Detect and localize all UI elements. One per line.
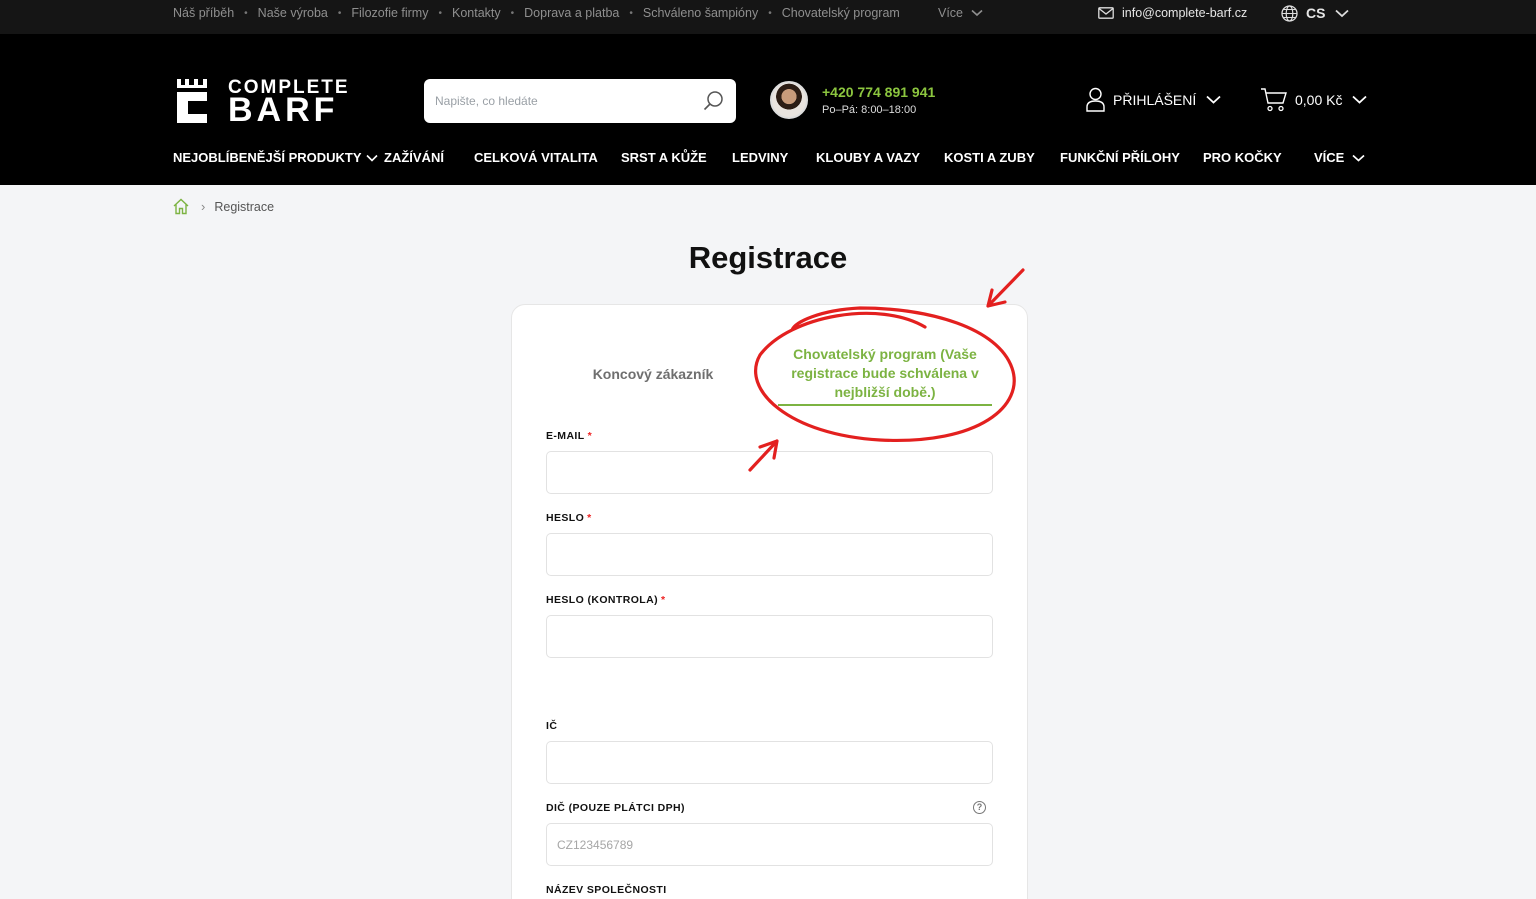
search-input[interactable] xyxy=(435,94,695,108)
nav-item-pro-kocky[interactable]: PRO KOČKY xyxy=(1203,150,1282,165)
main-navigation: NEJOBLÍBENĚJŠÍ PRODUKTY ZAŽÍVÁNÍ CELKOVÁ… xyxy=(173,150,1373,172)
required-mark: * xyxy=(660,594,666,606)
cart-icon xyxy=(1261,88,1287,112)
nav-item-kosti-a-zuby[interactable]: KOSTI A ZUBY xyxy=(944,150,1035,165)
login-dropdown[interactable]: PŘIHLÁŠENÍ xyxy=(1086,87,1221,112)
nav-item-srst-a-kuze[interactable]: SRST A KŮŽE xyxy=(621,150,707,165)
top-link-nas-pribeh[interactable]: Náš příběh xyxy=(173,6,234,20)
tab-chovatelsky-program[interactable]: Chovatelský program (Vaše registrace bud… xyxy=(778,344,992,406)
required-mark: * xyxy=(587,430,593,442)
page-title: Registrace xyxy=(688,240,848,275)
chevron-down-icon xyxy=(365,154,378,162)
separator-dot: • xyxy=(510,7,515,19)
globe-icon xyxy=(1281,4,1298,22)
top-more-label: Více xyxy=(938,6,964,20)
nav-item-label: SRST A KŮŽE xyxy=(621,150,707,165)
email-label: E-MAIL * xyxy=(546,430,592,442)
email-label-text: E-MAIL xyxy=(546,430,585,442)
password-check-label: HESLO (KONTROLA) * xyxy=(546,594,665,606)
breadcrumb-separator: › xyxy=(201,199,206,214)
required-mark: * xyxy=(587,512,592,524)
nav-item-label: ZAŽÍVÁNÍ xyxy=(384,150,444,165)
top-links: Náš příběh • Naše výroba • Filozofie firmy… xyxy=(173,0,900,26)
mail-icon xyxy=(1098,7,1114,19)
chevron-down-icon xyxy=(1352,154,1365,162)
top-link-schvaleno[interactable]: Schváleno šampióny xyxy=(643,6,758,20)
breadcrumb: › Registrace xyxy=(172,198,274,215)
top-link-kontakty[interactable]: Kontakty xyxy=(452,6,501,20)
separator-dot: • xyxy=(244,7,248,19)
crown-c-logo-icon xyxy=(177,79,207,123)
chevron-down-icon xyxy=(1335,9,1350,17)
home-icon[interactable] xyxy=(172,198,190,215)
email-text: info@complete-barf.cz xyxy=(1122,6,1248,20)
login-label: PŘIHLÁŠENÍ xyxy=(1113,91,1197,108)
email-link[interactable]: info@complete-barf.cz xyxy=(1098,0,1247,26)
top-utility-bar: Náš příběh • Naše výroba • Filozofie firmy… xyxy=(0,0,1536,34)
breadcrumb-current: Registrace xyxy=(214,199,275,214)
email-field[interactable] xyxy=(546,451,993,494)
password-check-field[interactable] xyxy=(546,615,993,658)
nav-item-vice[interactable]: VÍCE xyxy=(1314,150,1365,165)
top-more-dropdown[interactable]: Více xyxy=(938,0,983,26)
separator-dot: • xyxy=(438,7,442,19)
chevron-down-icon xyxy=(1206,95,1221,104)
password-label-text: HESLO xyxy=(546,512,585,524)
ic-field[interactable] xyxy=(546,741,993,784)
nav-item-label: LEDVINY xyxy=(732,150,789,165)
language-label: CS xyxy=(1306,5,1326,21)
top-link-chovatelsky[interactable]: Chovatelský program xyxy=(782,6,900,20)
password-label: HESLO * xyxy=(546,512,592,524)
nav-item-zazivani[interactable]: ZAŽÍVÁNÍ xyxy=(384,150,444,165)
support-avatar xyxy=(770,81,808,119)
help-icon[interactable]: ? xyxy=(973,801,986,814)
password-field[interactable] xyxy=(546,533,993,576)
nav-item-nejoblibenejsi[interactable]: NEJOBLÍBENĚJŠÍ PRODUKTY xyxy=(173,150,378,165)
nav-item-funkcni-prilohy[interactable]: FUNKČNÍ PŘÍLOHY xyxy=(1060,150,1180,165)
dic-label: DIČ (POUZE PLÁTCI DPH) xyxy=(546,802,685,814)
tab-koncovy-zakaznik[interactable]: Koncový zákazník xyxy=(553,348,753,400)
logo-text-barf: BARF xyxy=(228,91,339,129)
nav-item-label: VÍCE xyxy=(1314,150,1345,165)
separator-dot: • xyxy=(629,7,633,19)
opening-hours: Po–Pá: 8:00–18:00 xyxy=(822,104,917,116)
nav-item-label: KLOUBY A VAZY xyxy=(816,150,921,165)
chevron-down-icon xyxy=(1352,95,1368,104)
user-icon xyxy=(1086,87,1105,112)
language-selector[interactable]: CS xyxy=(1281,0,1350,26)
top-link-doprava[interactable]: Doprava a platba xyxy=(524,6,619,20)
nav-item-label: KOSTI A ZUBY xyxy=(944,150,1035,165)
dic-field[interactable] xyxy=(546,823,993,866)
nav-item-label: FUNKČNÍ PŘÍLOHY xyxy=(1060,150,1180,165)
cart-total: 0,00 Kč xyxy=(1295,91,1343,108)
separator-dot: • xyxy=(337,7,342,19)
search-icon[interactable] xyxy=(703,90,724,111)
nav-item-celkova-vitalita[interactable]: CELKOVÁ VITALITA xyxy=(474,150,598,165)
nav-item-klouby-a-vazy[interactable]: KLOUBY A VAZY xyxy=(816,150,920,165)
search-box xyxy=(424,79,736,123)
nav-item-label: CELKOVÁ VITALITA xyxy=(474,150,598,165)
contact-block: +420 774 891 941 Po–Pá: 8:00–18:00 xyxy=(770,81,935,119)
nav-item-label: NEJOBLÍBENĚJŠÍ PRODUKTY xyxy=(173,150,362,165)
chevron-down-icon xyxy=(971,9,983,17)
separator-dot: • xyxy=(768,7,772,19)
company-name-label: NÁZEV SPOLEČNOSTI xyxy=(546,884,667,896)
nav-item-label: PRO KOČKY xyxy=(1203,150,1282,165)
top-link-filozofie[interactable]: Filozofie firmy xyxy=(351,6,428,20)
complete-barf-logo[interactable]: COMPLETE BARF xyxy=(176,77,356,129)
password-check-label-text: HESLO (KONTROLA) xyxy=(546,594,658,606)
cart-dropdown[interactable]: 0,00 Kč xyxy=(1260,87,1368,112)
nav-item-ledviny[interactable]: LEDVINY xyxy=(732,150,788,165)
ic-label: IČ xyxy=(546,720,558,732)
top-link-nase-vyroba[interactable]: Naše výroba xyxy=(258,6,328,20)
phone-number[interactable]: +420 774 891 941 xyxy=(822,84,935,100)
site-header: COMPLETE BARF +420 774 891 941 Po–Pá: 8:… xyxy=(0,34,1536,185)
